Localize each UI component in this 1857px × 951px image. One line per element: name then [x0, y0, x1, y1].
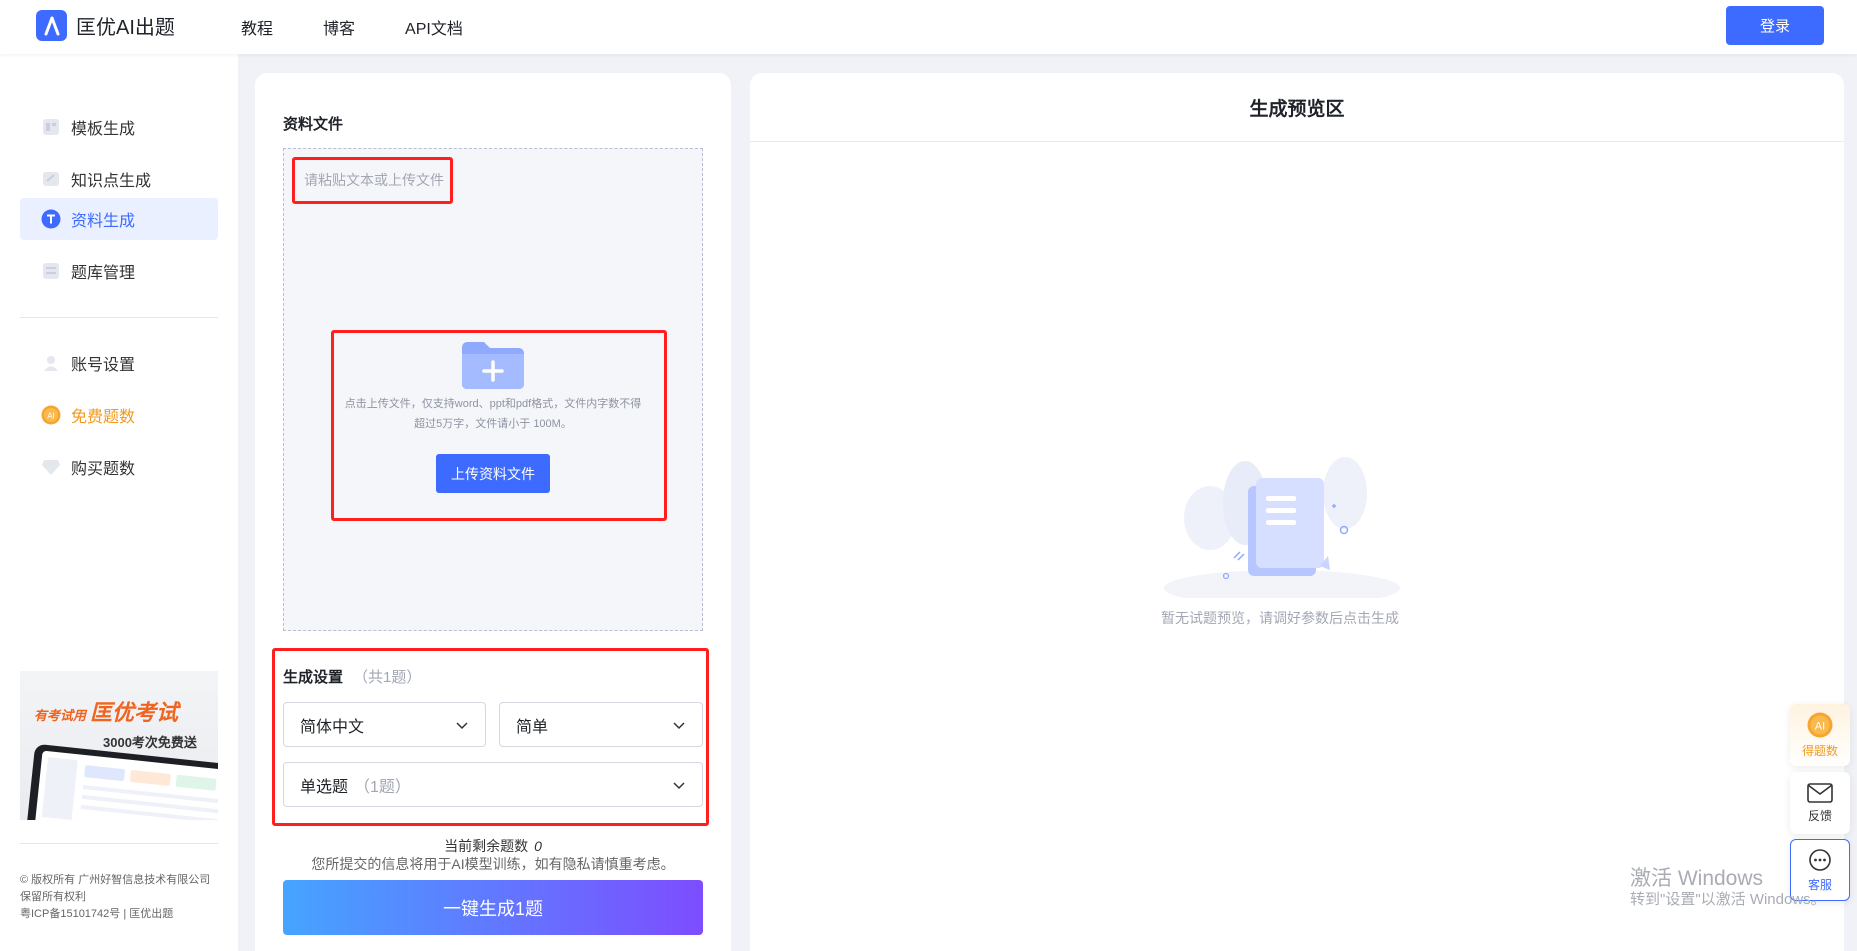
logo-mark-icon: [36, 10, 67, 41]
folder-add-icon: [460, 340, 526, 390]
feedback-label: 反馈: [1807, 808, 1832, 823]
sidebar-item-label: 账号设置: [71, 357, 136, 374]
sidebar-item-label: 资料生成: [71, 213, 136, 230]
sidebar-item-question-bank[interactable]: 题库管理: [20, 250, 218, 292]
template-icon: [41, 117, 61, 137]
remaining-questions: 当前剩余题数 0: [255, 836, 731, 856]
top-bar: 匡优AI出题 教程 博客 API文档 登录: [0, 0, 1857, 54]
empty-preview-text: 暂无试题预览，请调好参数后点击生成: [1161, 610, 1399, 626]
sidebar-item-buy-questions[interactable]: 购买题数: [20, 446, 218, 488]
difficulty-value: 简单: [516, 718, 549, 736]
get-questions-widget[interactable]: AI 得题数: [1790, 704, 1850, 766]
nav-api-docs[interactable]: API文档: [405, 15, 463, 39]
copyright: © 版权所有 广州好智信息技术有限公司 保留所有权利 粤ICP备15101742…: [20, 872, 220, 923]
question-type-select[interactable]: 单选题 （1题）: [283, 762, 703, 807]
file-section-title: 资料文件: [283, 116, 344, 133]
tablet-illustration: [25, 743, 218, 820]
document-t-icon: [41, 209, 61, 229]
app-logo[interactable]: 匡优AI出题: [36, 10, 175, 41]
chevron-down-icon: [456, 722, 468, 730]
sidebar-item-template[interactable]: 模板生成: [20, 106, 218, 148]
login-button[interactable]: 登录: [1726, 6, 1824, 45]
promo-subtitle: 3000考次免费送: [103, 735, 197, 750]
promo-headline: 有考试用 匡优考试: [34, 695, 178, 727]
icp-line: 粤ICP备15101742号 | 匡优出题: [20, 908, 174, 920]
language-value: 简体中文: [300, 718, 365, 736]
generate-button[interactable]: 一键生成1题: [283, 880, 703, 935]
main-nav: 教程 博客 API文档: [241, 0, 513, 54]
sidebar-item-label: 模板生成: [71, 121, 136, 138]
remaining-label: 当前剩余题数: [444, 838, 529, 854]
sidebar-item-label: 购买题数: [71, 461, 136, 478]
windows-watermark-subtitle: 转到"设置"以激活 Windows。: [1630, 891, 1826, 908]
chevron-down-icon: [673, 782, 685, 790]
copyright-line: 保留所有权利: [20, 891, 86, 903]
chat-bubble-icon: [1809, 848, 1831, 871]
ai-coin-icon: AI: [41, 405, 61, 425]
sidebar-item-knowledge[interactable]: 知识点生成: [20, 158, 218, 200]
question-type-count: （1题）: [354, 778, 411, 796]
knowledge-icon: [41, 169, 61, 189]
nav-tutorial[interactable]: 教程: [241, 15, 273, 39]
difficulty-select[interactable]: 简单: [499, 702, 703, 747]
diamond-icon: [41, 457, 61, 477]
sidebar-item-label: 免费题数: [71, 409, 136, 426]
sidebar-item-material[interactable]: 资料生成: [20, 198, 218, 240]
upload-hint: 点击上传文件，仅支持word、ppt和pdf格式，文件内字数不得超过5万字，文件…: [344, 398, 642, 430]
question-bank-icon: [41, 261, 61, 281]
settings-title-text: 生成设置: [283, 669, 344, 686]
language-select[interactable]: 简体中文: [283, 702, 486, 747]
privacy-note: 您所提交的信息将用于AI模型训练，如有隐私请慎重考虑。: [311, 856, 675, 872]
preview-divider: [750, 141, 1844, 142]
sidebar-item-label: 知识点生成: [71, 173, 152, 190]
paste-placeholder: 请粘贴文本或上传文件: [304, 172, 444, 188]
mail-icon: [1807, 782, 1833, 803]
upload-file-button[interactable]: 上传资料文件: [436, 454, 550, 493]
svg-text:AI: AI: [1815, 720, 1825, 732]
settings-title: 生成设置 （共1题）: [283, 666, 421, 687]
feedback-widget[interactable]: 反馈: [1790, 772, 1850, 834]
promo-banner[interactable]: 有考试用 匡优考试 3000考次免费送: [20, 671, 218, 820]
app-name: 匡优AI出题: [76, 17, 175, 39]
nav-blog[interactable]: 博客: [323, 15, 355, 39]
promo-small-text: 有考试用: [34, 708, 87, 723]
sidebar-divider: [20, 843, 218, 844]
user-icon: [41, 353, 61, 373]
sidebar-item-account[interactable]: 账号设置: [20, 342, 218, 384]
chevron-down-icon: [673, 722, 685, 730]
promo-brand-text: 匡优考试: [90, 700, 179, 725]
copyright-line: © 版权所有 广州好智信息技术有限公司: [20, 874, 211, 886]
empty-document-icon: [1160, 448, 1400, 606]
get-questions-label: 得题数: [1801, 743, 1838, 758]
svg-text:AI: AI: [47, 412, 55, 421]
remaining-value: 0: [534, 838, 542, 854]
sidebar-divider: [20, 317, 218, 318]
sidebar: 模板生成 知识点生成 资料生成 题库管理 账号设置 AI 免费题数 购买题数 有…: [0, 54, 238, 951]
ai-coin-icon: AI: [1807, 712, 1833, 737]
question-type-value: 单选题: [300, 778, 349, 796]
sidebar-item-label: 题库管理: [71, 265, 136, 282]
sidebar-item-free-questions[interactable]: AI 免费题数: [20, 394, 218, 436]
preview-title: 生成预览区: [1249, 99, 1345, 120]
settings-count: （共1题）: [353, 669, 422, 686]
